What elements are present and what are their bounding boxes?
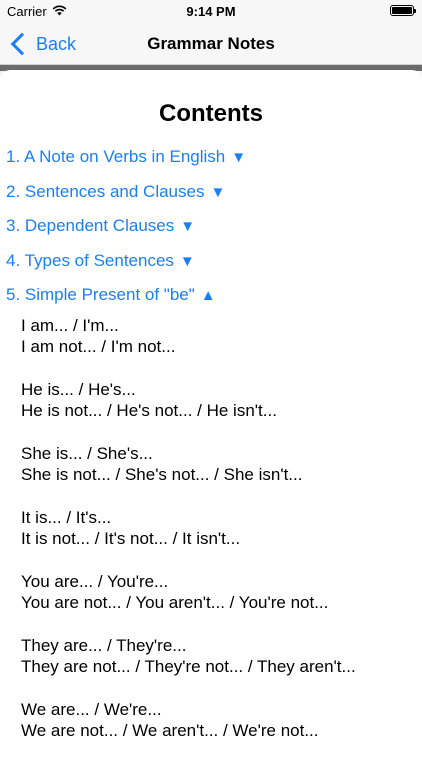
toc-item-label: 5. Simple Present of "be" bbox=[6, 285, 195, 305]
conjugation-group: We are... / We're... We are not... / We … bbox=[21, 699, 422, 741]
negative-line: He is not... / He's not... / He isn't... bbox=[21, 400, 277, 420]
navigation-bar: Back Grammar Notes bbox=[0, 24, 422, 65]
affirmative-line: They are... / They're... bbox=[21, 635, 187, 655]
toc-item-label: 4. Types of Sentences bbox=[6, 250, 174, 270]
toc-item-types-of-sentences[interactable]: 4. Types of Sentences ▼ bbox=[6, 244, 422, 279]
contents-title: Contents bbox=[159, 100, 263, 127]
negative-line: She is not... / She's not... / She isn't… bbox=[21, 464, 303, 484]
affirmative-line: He is... / He's... bbox=[21, 379, 136, 399]
table-of-contents: 1. A Note on Verbs in English ▼ 2. Senten… bbox=[0, 140, 422, 313]
toc-item-label: 1. A Note on Verbs in English bbox=[6, 147, 226, 166]
toc-item-simple-present-be[interactable]: 5. Simple Present of "be" ▲ bbox=[6, 278, 422, 313]
conjugation-group: She is... / She's... She is not... / She… bbox=[21, 443, 422, 485]
affirmative-line: She is... / She's... bbox=[21, 443, 153, 463]
affirmative-line: I am... / I'm... bbox=[21, 315, 119, 335]
expand-arrow-icon: ▼ bbox=[179, 252, 195, 270]
conjugation-group: It is... / It's... It is not... / It's n… bbox=[21, 507, 422, 549]
affirmative-line: It is... / It's... bbox=[21, 507, 112, 527]
expand-arrow-icon: ▼ bbox=[210, 183, 226, 201]
nav-title: Grammar Notes bbox=[147, 34, 275, 53]
status-bar: Carrier 9:14 PM bbox=[0, 0, 422, 24]
negative-line: It is not... / It's not... / It isn't... bbox=[21, 528, 241, 548]
collapse-arrow-icon: ▲ bbox=[200, 287, 216, 305]
conjugation-group: You are... / You're... You are not... / … bbox=[21, 571, 422, 613]
toc-item-verbs[interactable]: 1. A Note on Verbs in English ▼ bbox=[6, 140, 422, 175]
expand-arrow-icon: ▼ bbox=[180, 218, 196, 236]
expand-arrow-icon: ▼ bbox=[231, 149, 247, 166]
toc-item-dependent-clauses[interactable]: 3. Dependent Clauses ▼ bbox=[6, 209, 422, 244]
negative-line: They are not... / They're not... / They … bbox=[21, 656, 356, 676]
content-card[interactable]: Contents 1. A Note on Verbs in English ▼ … bbox=[0, 70, 422, 760]
negative-line: You are not... / You aren't... / You're … bbox=[21, 592, 329, 612]
conjugation-group: I am... / I'm... I am not... / I'm not..… bbox=[21, 315, 422, 357]
battery-icon bbox=[390, 5, 416, 16]
toc-item-label: 2. Sentences and Clauses bbox=[6, 181, 205, 201]
affirmative-line: You are... / You're... bbox=[21, 571, 169, 591]
toc-item-sentences-clauses[interactable]: 2. Sentences and Clauses ▼ bbox=[6, 175, 422, 210]
toc-item-label: 3. Dependent Clauses bbox=[6, 216, 175, 236]
conjugation-group: They are... / They're... They are not...… bbox=[21, 635, 422, 677]
status-time: 9:14 PM bbox=[186, 4, 236, 19]
affirmative-line: We are... / We're... bbox=[21, 699, 162, 719]
negative-line: I am not... / I'm not... bbox=[21, 336, 176, 356]
negative-line: We are not... / We aren't... / We're not… bbox=[21, 720, 319, 740]
conjugation-group: He is... / He's... He is not... / He's n… bbox=[21, 379, 422, 421]
expanded-section-content: I am... / I'm... I am not... / I'm not..… bbox=[0, 315, 422, 741]
